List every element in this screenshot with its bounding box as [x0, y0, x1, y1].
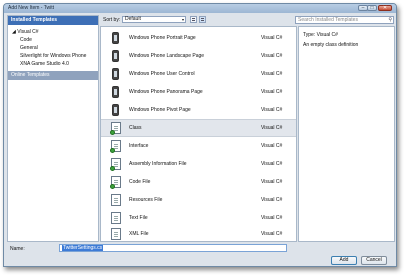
dialog-footer: Name: TwitterSettings.cs Add Cancel: [4, 243, 396, 266]
detail-view-button[interactable]: [199, 16, 206, 23]
search-icon: ⚲: [388, 17, 392, 23]
tree-item-code[interactable]: Code: [20, 37, 32, 43]
template-language: Visual C#: [261, 179, 283, 185]
template-name: Windows Phone Landscape Page: [129, 53, 205, 59]
template-language: Visual C#: [261, 53, 283, 59]
code-file-icon: [110, 176, 121, 189]
sort-by-value: Default: [125, 16, 141, 22]
template-name: XML File: [129, 231, 149, 237]
phone-icon: [112, 68, 119, 80]
search-templates-input[interactable]: Search Installed Templates ⚲: [295, 16, 394, 24]
template-type: Type: Visual C#: [303, 32, 338, 38]
minimize-icon: –: [361, 5, 365, 11]
sort-by-label: Sort by:: [103, 17, 121, 23]
template-language: Visual C#: [261, 161, 283, 167]
search-placeholder: Search Installed Templates: [298, 17, 358, 23]
xml-file-icon: [111, 228, 121, 240]
close-icon: ✕: [382, 5, 388, 11]
list-item[interactable]: Windows Phone Pivot Page Visual C#: [101, 101, 296, 119]
template-language: Visual C#: [261, 71, 283, 77]
maximize-icon: □: [370, 5, 374, 11]
list-item[interactable]: Windows Phone Portrait Page Visual C#: [101, 29, 296, 47]
template-description: An empty class definition: [303, 42, 359, 48]
template-language: Visual C#: [261, 215, 283, 221]
list-item[interactable]: Windows Phone User Control Visual C#: [101, 65, 296, 83]
template-name: Windows Phone User Control: [129, 71, 195, 77]
template-language: Visual C#: [261, 107, 283, 113]
assembly-info-icon: [110, 158, 121, 171]
window-title: Add New Item - Twitt: [8, 5, 55, 11]
cancel-button[interactable]: Cancel: [361, 256, 387, 265]
list-item[interactable]: Windows Phone Landscape Page Visual C#: [101, 47, 296, 65]
resources-file-icon: [111, 194, 121, 206]
template-info-pane: Type: Visual C# An empty class definitio…: [298, 26, 395, 242]
tree-item-xna-game-studio[interactable]: XNA Game Studio 4.0: [20, 61, 69, 67]
sort-toolbar: Sort by: Default ▾: [100, 15, 297, 25]
name-input-value: TwitterSettings.cs: [62, 245, 104, 251]
tree-item-visual-csharp[interactable]: ◢ Visual C#: [12, 29, 39, 35]
template-language: Visual C#: [261, 231, 283, 237]
templates-tree-pane: Installed Templates ◢ Visual C# Code Gen…: [7, 15, 99, 242]
template-language: Visual C#: [261, 35, 283, 41]
class-file-icon: [110, 122, 121, 135]
template-name: Assembly Information File: [129, 161, 187, 167]
template-name: Resources File: [129, 197, 163, 203]
sort-by-dropdown[interactable]: Default ▾: [122, 16, 186, 23]
template-name: Windows Phone Panorama Page: [129, 89, 203, 95]
installed-templates-header[interactable]: Installed Templates: [8, 16, 98, 25]
template-name: Windows Phone Portrait Page: [129, 35, 196, 41]
list-item[interactable]: Assembly Information File Visual C#: [101, 155, 296, 173]
template-name: Code File: [129, 179, 151, 185]
templates-list: Windows Phone Portrait Page Visual C# Wi…: [100, 26, 297, 242]
list-item[interactable]: Windows Phone Panorama Page Visual C#: [101, 83, 296, 101]
list-item[interactable]: Interface Visual C#: [101, 137, 296, 155]
add-new-item-dialog: Add New Item - Twitt – □ ✕ Installed Tem…: [3, 3, 397, 267]
template-name: Class: [129, 125, 142, 131]
template-name: Text File: [129, 215, 148, 221]
chevron-down-icon: ▾: [181, 17, 184, 22]
list-item[interactable]: Resources File Visual C#: [101, 191, 296, 209]
template-language: Visual C#: [261, 197, 283, 203]
list-view-button[interactable]: [190, 16, 197, 23]
template-language: Visual C#: [261, 125, 283, 131]
template-language: Visual C#: [261, 143, 283, 149]
list-item[interactable]: XML File Visual C#: [101, 225, 296, 241]
list-item-selected[interactable]: Class Visual C#: [101, 119, 296, 137]
template-language: Visual C#: [261, 89, 283, 95]
close-button[interactable]: ✕: [378, 5, 392, 11]
title-bar[interactable]: Add New Item - Twitt – □ ✕: [4, 4, 396, 13]
name-label: Name:: [10, 246, 25, 252]
phone-icon: [112, 50, 119, 62]
tree-item-silverlight-windows-phone[interactable]: Silverlight for Windows Phone: [20, 53, 86, 59]
template-name: Windows Phone Pivot Page: [129, 107, 191, 113]
interface-file-icon: [110, 140, 121, 153]
phone-icon: [112, 104, 119, 116]
add-button[interactable]: Add: [331, 256, 357, 265]
name-input[interactable]: TwitterSettings.cs: [59, 244, 287, 252]
tree-item-general[interactable]: General: [20, 45, 38, 51]
online-templates-item[interactable]: Online Templates: [8, 71, 98, 80]
text-file-icon: [111, 212, 121, 224]
screenshot-frame: Add New Item - Twitt – □ ✕ Installed Tem…: [0, 0, 404, 277]
phone-icon: [112, 86, 119, 98]
phone-icon: [112, 32, 119, 44]
template-name: Interface: [129, 143, 149, 149]
maximize-button[interactable]: □: [367, 5, 377, 11]
list-item[interactable]: Code File Visual C#: [101, 173, 296, 191]
